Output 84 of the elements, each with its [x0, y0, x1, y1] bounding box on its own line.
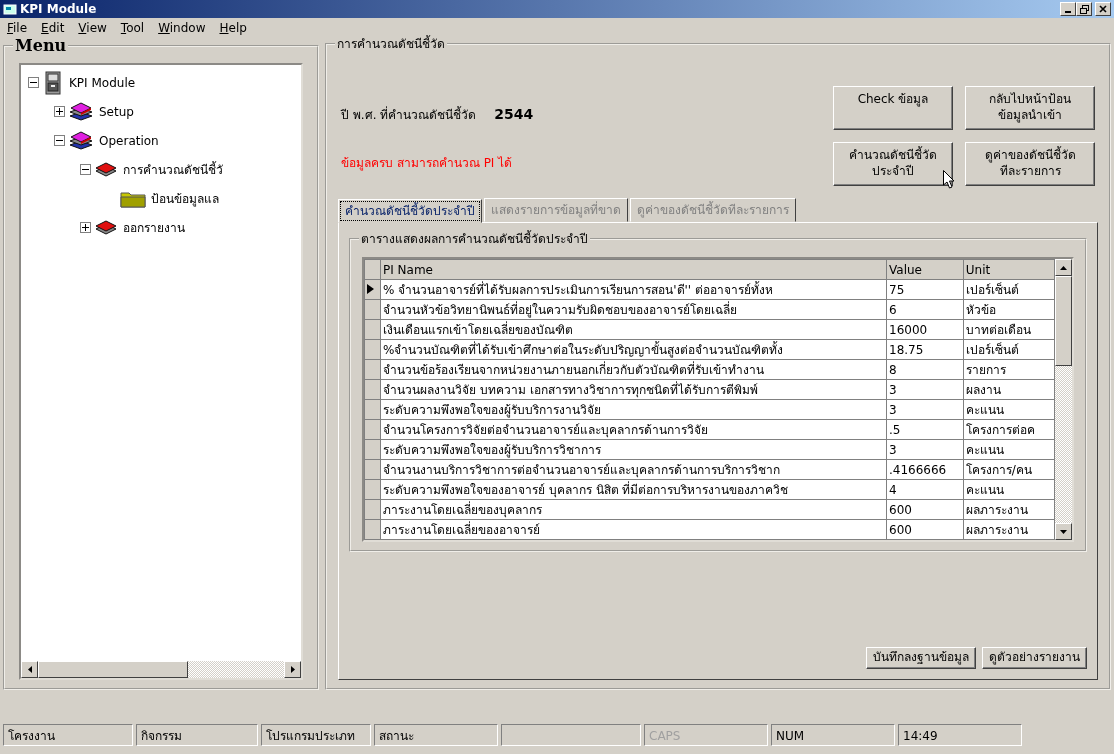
table-cell: ระดับความพึงพอใจของผู้รับบริการงานวิจัย — [380, 399, 887, 420]
tree-item[interactable]: Setup — [97, 101, 136, 122]
status-message: ข้อมูลครบ สามารถคำนวณ PI ได้ — [341, 155, 513, 170]
expand-icon[interactable] — [54, 106, 65, 117]
row-selector[interactable] — [364, 519, 381, 540]
app-icon — [3, 3, 17, 15]
action-button[interactable]: ดูตัวอย่างรายงาน — [982, 647, 1087, 669]
scroll-thumb[interactable] — [1055, 276, 1072, 366]
row-selector[interactable] — [364, 419, 381, 440]
table-cell: ภาระงานโดยเฉลี่ยของบุคลากร — [380, 499, 887, 520]
tab[interactable]: คำนวณดัชนีชี้วัดประจำปี — [338, 199, 482, 223]
row-selector[interactable] — [364, 319, 381, 340]
table-cell: %จำนวนบัณฑิตที่ได้รับเข้าศึกษาต่อในระดับปริญญาขั้นสูงต่อจำนวนบัณฑิตทั้ง — [380, 339, 887, 360]
collapse-icon[interactable] — [54, 135, 65, 146]
table-cell: จำนวนโครงการวิจัยต่อจำนวนอาจารย์และบุคลากรด้านการวิจัย — [380, 419, 887, 440]
table-cell: ระดับความพึงพอใจของผู้รับบริการวิชาการ — [380, 439, 887, 460]
row-selector[interactable] — [364, 379, 381, 400]
action-button[interactable]: ดูค่าของดัชนีชี้วัด ทีละรายการ — [965, 142, 1095, 186]
menu-item[interactable]: File — [0, 18, 35, 38]
column-header: Value — [886, 259, 964, 280]
status-pane: โปรแกรมประเภท — [261, 724, 371, 746]
book-icon — [94, 161, 118, 178]
scroll-down-icon[interactable] — [1055, 523, 1072, 540]
cabinet-icon — [42, 70, 64, 95]
scroll-left-icon[interactable] — [21, 661, 38, 678]
window-title: KPI Module — [20, 1, 97, 18]
close-button[interactable] — [1095, 2, 1111, 16]
row-selector[interactable] — [364, 439, 381, 460]
action-button[interactable]: คำนวณดัชนีชี้วัด ประจำปี — [833, 142, 953, 186]
horizontal-scrollbar[interactable] — [21, 661, 301, 678]
panel-title: Menu — [14, 38, 68, 54]
table-cell: เงินเดือนแรกเข้าโดยเฉลี่ยของบัณฑิต — [380, 319, 887, 340]
column-header: Unit — [963, 259, 1055, 280]
collapse-icon[interactable] — [80, 164, 91, 175]
menu-item[interactable]: Window — [151, 18, 213, 38]
menu-item[interactable]: Tool — [113, 18, 152, 38]
table-cell: % จำนวนอาจารย์ที่ได้รับผลการประเมินการเรียนการสอน'ดี'' ต่ออาจารย์ทั้งห — [380, 279, 887, 300]
table-cell: ระดับความพึงพอใจของอาจารย์ บุคลากร นิสิต ที่มีต่อการบริหารงานของภาควิช — [380, 479, 887, 500]
row-selector[interactable] — [364, 399, 381, 420]
book-icon — [94, 219, 118, 236]
row-selector[interactable] — [364, 459, 381, 480]
table-cell: จำนวนงานบริการวิชาการต่อจำนวนอาจารย์และบุคลากรด้านการบริการวิชาก — [380, 459, 887, 480]
close-icon — [1099, 5, 1107, 13]
cursor-icon — [943, 170, 955, 189]
year-label: ปี พ.ศ. ที่คำนวณดัชนีชี้วัด — [341, 105, 477, 124]
row-selector[interactable] — [364, 359, 381, 380]
minimize-button[interactable] — [1060, 2, 1076, 16]
action-button[interactable]: Check ข้อมูล — [833, 86, 953, 130]
column-header: PI Name — [380, 259, 887, 280]
row-selector[interactable] — [364, 499, 381, 520]
table-cell: จำนวนข้อร้องเรียนจากหน่วยงานภายนอกเกี่ยวกับตัวบัณฑิตที่รับเข้าทำงาน — [380, 359, 887, 380]
collapse-icon[interactable] — [28, 77, 39, 88]
tree-item[interactable]: KPI Module — [67, 72, 138, 93]
books-icon — [68, 100, 94, 123]
status-pane: 14:49 — [898, 724, 1022, 746]
restore-icon — [1079, 4, 1089, 14]
tree-item[interactable]: การคำนวณดัชนีชี้วั — [121, 159, 225, 180]
vertical-scrollbar[interactable] — [1055, 259, 1072, 540]
table-cell: จำนวนหัวข้อวิทยานิพนธ์ที่อยู่ในความรับผิดชอบของอาจารย์โดยเฉลี่ย — [380, 299, 887, 320]
status-pane: โครงงาน — [3, 724, 133, 746]
scroll-thumb[interactable] — [38, 661, 188, 678]
folder-icon — [120, 189, 146, 208]
table-cell: จำนวนผลงานวิจัย บทความ เอกสารทางวิชาการทุกชนิดที่ได้รับการตีพิมพ์ — [380, 379, 887, 400]
menu-item[interactable]: Edit — [34, 18, 72, 38]
restore-button[interactable] — [1076, 2, 1092, 16]
action-button[interactable]: กลับไปหน้าป้อน ข้อมูลนำเข้า — [965, 86, 1095, 130]
scroll-right-icon[interactable] — [284, 661, 301, 678]
year-value: 2544 — [494, 105, 534, 125]
scroll-up-icon[interactable] — [1055, 259, 1072, 276]
tree-item[interactable]: Operation — [97, 130, 161, 151]
action-button[interactable]: บันทึกลงฐานข้อมูล — [866, 647, 976, 669]
row-selector[interactable] — [364, 479, 381, 500]
expand-icon[interactable] — [80, 222, 91, 233]
tree-item[interactable]: ป้อนข้อมูลแล — [149, 188, 221, 209]
menu-item[interactable]: View — [71, 18, 114, 38]
books-icon — [68, 129, 94, 152]
status-pane: กิจกรรม — [136, 724, 258, 746]
status-pane: สถานะ — [374, 724, 498, 746]
tree-item[interactable]: ออกรายงาน — [121, 217, 187, 238]
row-selector[interactable] — [364, 339, 381, 360]
menu-item[interactable]: Help — [212, 18, 254, 38]
row-selector[interactable] — [364, 299, 381, 320]
status-pane: NUM — [771, 724, 895, 746]
table-cell: ภาระงานโดยเฉลี่ยของอาจารย์ — [380, 519, 887, 540]
